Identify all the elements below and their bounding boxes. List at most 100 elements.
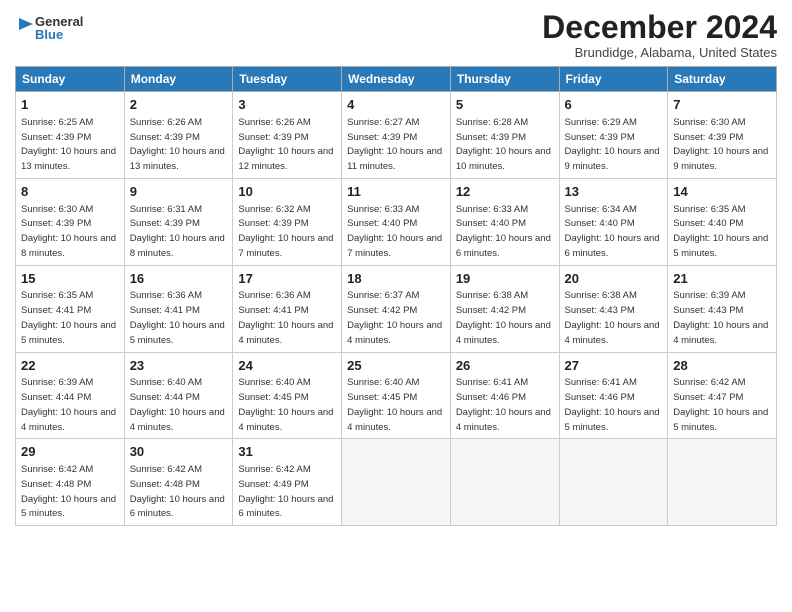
- calendar-cell: 25 Sunrise: 6:40 AM Sunset: 4:45 PM Dayli…: [342, 352, 451, 439]
- day-info: Sunrise: 6:30 AM Sunset: 4:39 PM Dayligh…: [21, 204, 116, 259]
- calendar-week-1: 1Sunrise: 6:25 AM Sunset: 4:39 PM Daylig…: [16, 92, 777, 179]
- day-number: 24: [238, 357, 336, 375]
- day-info: Sunrise: 6:39 AM Sunset: 4:44 PM Dayligh…: [21, 377, 116, 432]
- day-header-friday: Friday: [559, 67, 668, 92]
- calendar-cell: 10Sunrise: 6:32 AM Sunset: 4:39 PM Dayli…: [233, 178, 342, 265]
- calendar-cell: 12 Sunrise: 6:33 AM Sunset: 4:40 PM Dayli…: [450, 178, 559, 265]
- day-info: Sunrise: 6:33 AM Sunset: 4:40 PM Dayligh…: [456, 204, 551, 259]
- calendar-cell: 26Sunrise: 6:41 AM Sunset: 4:46 PM Dayli…: [450, 352, 559, 439]
- day-number: 12: [456, 183, 554, 201]
- title-block: December 2024 Brundidge, Alabama, United…: [542, 10, 777, 60]
- day-header-wednesday: Wednesday: [342, 67, 451, 92]
- day-number: 29: [21, 443, 119, 461]
- day-info: Sunrise: 6:35 AM Sunset: 4:41 PM Dayligh…: [21, 290, 116, 345]
- calendar-body: 1Sunrise: 6:25 AM Sunset: 4:39 PM Daylig…: [16, 92, 777, 526]
- logo-flag-icon: [15, 10, 35, 46]
- day-info: Sunrise: 6:42 AM Sunset: 4:48 PM Dayligh…: [21, 464, 116, 519]
- day-number: 28: [673, 357, 771, 375]
- day-number: 25: [347, 357, 445, 375]
- day-info: Sunrise: 6:30 AM Sunset: 4:39 PM Dayligh…: [673, 117, 768, 172]
- day-number: 13: [565, 183, 663, 201]
- day-header-thursday: Thursday: [450, 67, 559, 92]
- day-number: 27: [565, 357, 663, 375]
- day-info: Sunrise: 6:40 AM Sunset: 4:45 PM Dayligh…: [347, 377, 442, 432]
- calendar-cell: 20 Sunrise: 6:38 AM Sunset: 4:43 PM Dayli…: [559, 265, 668, 352]
- header: General Blue December 2024 Brundidge, Al…: [15, 10, 777, 60]
- logo-blue: Blue: [35, 28, 83, 41]
- calendar-cell: 21 Sunrise: 6:39 AM Sunset: 4:43 PM Dayli…: [668, 265, 777, 352]
- calendar-cell: 13 Sunrise: 6:34 AM Sunset: 4:40 PM Dayli…: [559, 178, 668, 265]
- day-number: 5: [456, 96, 554, 114]
- calendar-cell: 17 Sunrise: 6:36 AM Sunset: 4:41 PM Dayli…: [233, 265, 342, 352]
- day-info: Sunrise: 6:33 AM Sunset: 4:40 PM Dayligh…: [347, 204, 442, 259]
- calendar-cell: 9Sunrise: 6:31 AM Sunset: 4:39 PM Daylig…: [124, 178, 233, 265]
- calendar-cell: 1Sunrise: 6:25 AM Sunset: 4:39 PM Daylig…: [16, 92, 125, 179]
- day-header-saturday: Saturday: [668, 67, 777, 92]
- calendar-cell: 5 Sunrise: 6:28 AM Sunset: 4:39 PM Daylig…: [450, 92, 559, 179]
- day-number: 11: [347, 183, 445, 201]
- calendar-cell: 28 Sunrise: 6:42 AM Sunset: 4:47 PM Dayli…: [668, 352, 777, 439]
- calendar-cell: 16Sunrise: 6:36 AM Sunset: 4:41 PM Dayli…: [124, 265, 233, 352]
- day-info: Sunrise: 6:40 AM Sunset: 4:44 PM Dayligh…: [130, 377, 225, 432]
- day-number: 20: [565, 270, 663, 288]
- day-info: Sunrise: 6:28 AM Sunset: 4:39 PM Dayligh…: [456, 117, 551, 172]
- day-info: Sunrise: 6:38 AM Sunset: 4:42 PM Dayligh…: [456, 290, 551, 345]
- day-number: 26: [456, 357, 554, 375]
- day-header-tuesday: Tuesday: [233, 67, 342, 92]
- day-info: Sunrise: 6:42 AM Sunset: 4:47 PM Dayligh…: [673, 377, 768, 432]
- day-info: Sunrise: 6:42 AM Sunset: 4:48 PM Dayligh…: [130, 464, 225, 519]
- page: General Blue December 2024 Brundidge, Al…: [0, 0, 792, 536]
- calendar-cell: 2 Sunrise: 6:26 AM Sunset: 4:39 PM Daylig…: [124, 92, 233, 179]
- header-row: SundayMondayTuesdayWednesdayThursdayFrid…: [16, 67, 777, 92]
- calendar-header: SundayMondayTuesdayWednesdayThursdayFrid…: [16, 67, 777, 92]
- calendar-cell: 22 Sunrise: 6:39 AM Sunset: 4:44 PM Dayli…: [16, 352, 125, 439]
- calendar-cell: [342, 439, 451, 526]
- calendar-week-2: 8 Sunrise: 6:30 AM Sunset: 4:39 PM Daylig…: [16, 178, 777, 265]
- day-info: Sunrise: 6:35 AM Sunset: 4:40 PM Dayligh…: [673, 204, 768, 259]
- day-number: 14: [673, 183, 771, 201]
- calendar-cell: 6 Sunrise: 6:29 AM Sunset: 4:39 PM Daylig…: [559, 92, 668, 179]
- day-number: 6: [565, 96, 663, 114]
- day-number: 22: [21, 357, 119, 375]
- day-info: Sunrise: 6:25 AM Sunset: 4:39 PM Dayligh…: [21, 117, 116, 172]
- day-info: Sunrise: 6:39 AM Sunset: 4:43 PM Dayligh…: [673, 290, 768, 345]
- day-number: 19: [456, 270, 554, 288]
- logo-text: General Blue: [35, 15, 83, 41]
- calendar-cell: 18Sunrise: 6:37 AM Sunset: 4:42 PM Dayli…: [342, 265, 451, 352]
- day-info: Sunrise: 6:31 AM Sunset: 4:39 PM Dayligh…: [130, 204, 225, 259]
- day-info: Sunrise: 6:34 AM Sunset: 4:40 PM Dayligh…: [565, 204, 660, 259]
- calendar-cell: 15Sunrise: 6:35 AM Sunset: 4:41 PM Dayli…: [16, 265, 125, 352]
- month-title: December 2024: [542, 10, 777, 45]
- day-number: 21: [673, 270, 771, 288]
- day-info: Sunrise: 6:42 AM Sunset: 4:49 PM Dayligh…: [238, 464, 333, 519]
- calendar-cell: 19 Sunrise: 6:38 AM Sunset: 4:42 PM Dayli…: [450, 265, 559, 352]
- calendar-cell: [450, 439, 559, 526]
- day-number: 17: [238, 270, 336, 288]
- day-info: Sunrise: 6:41 AM Sunset: 4:46 PM Dayligh…: [565, 377, 660, 432]
- day-number: 18: [347, 270, 445, 288]
- logo: General Blue: [15, 10, 83, 46]
- calendar-cell: [559, 439, 668, 526]
- calendar-cell: 27 Sunrise: 6:41 AM Sunset: 4:46 PM Dayli…: [559, 352, 668, 439]
- calendar-week-3: 15Sunrise: 6:35 AM Sunset: 4:41 PM Dayli…: [16, 265, 777, 352]
- day-number: 2: [130, 96, 228, 114]
- day-number: 23: [130, 357, 228, 375]
- day-info: Sunrise: 6:29 AM Sunset: 4:39 PM Dayligh…: [565, 117, 660, 172]
- day-number: 16: [130, 270, 228, 288]
- calendar-cell: 4 Sunrise: 6:27 AM Sunset: 4:39 PM Daylig…: [342, 92, 451, 179]
- day-number: 8: [21, 183, 119, 201]
- calendar-cell: 8 Sunrise: 6:30 AM Sunset: 4:39 PM Daylig…: [16, 178, 125, 265]
- subtitle: Brundidge, Alabama, United States: [542, 45, 777, 60]
- day-number: 3: [238, 96, 336, 114]
- day-header-monday: Monday: [124, 67, 233, 92]
- day-info: Sunrise: 6:26 AM Sunset: 4:39 PM Dayligh…: [130, 117, 225, 172]
- calendar-cell: 3 Sunrise: 6:26 AM Sunset: 4:39 PM Daylig…: [233, 92, 342, 179]
- day-info: Sunrise: 6:38 AM Sunset: 4:43 PM Dayligh…: [565, 290, 660, 345]
- day-info: Sunrise: 6:27 AM Sunset: 4:39 PM Dayligh…: [347, 117, 442, 172]
- day-info: Sunrise: 6:36 AM Sunset: 4:41 PM Dayligh…: [238, 290, 333, 345]
- day-info: Sunrise: 6:26 AM Sunset: 4:39 PM Dayligh…: [238, 117, 333, 172]
- calendar-table: SundayMondayTuesdayWednesdayThursdayFrid…: [15, 66, 777, 526]
- calendar-week-5: 29 Sunrise: 6:42 AM Sunset: 4:48 PM Dayli…: [16, 439, 777, 526]
- day-number: 4: [347, 96, 445, 114]
- calendar-cell: 11 Sunrise: 6:33 AM Sunset: 4:40 PM Dayli…: [342, 178, 451, 265]
